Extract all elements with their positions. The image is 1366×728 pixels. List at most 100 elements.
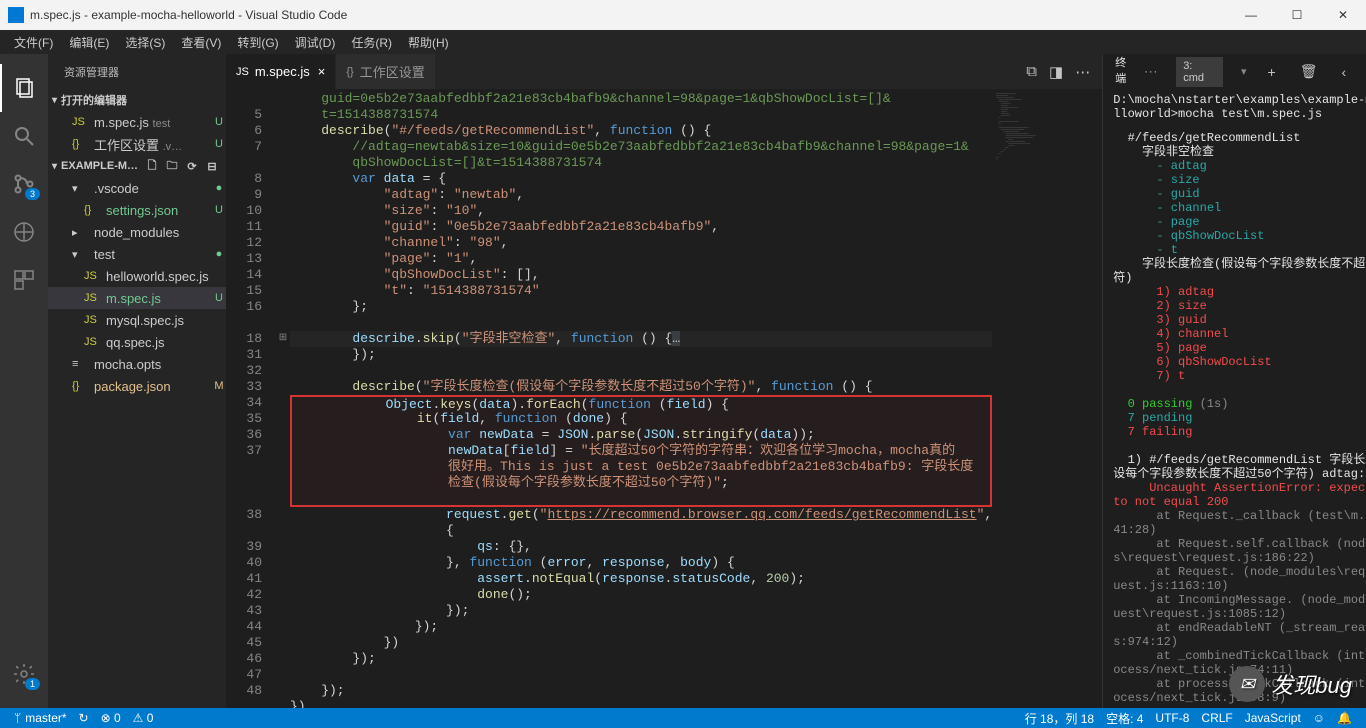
code-line[interactable]: 很好用。This is just a test 0e5b2e73aabfedbb… bbox=[290, 459, 992, 475]
terminal-tab[interactable]: 终端 bbox=[1115, 54, 1126, 90]
code-line[interactable]: t=1514388731574 bbox=[290, 107, 992, 123]
code-line[interactable]: guid=0e5b2e73aabfedbbf2a21e83cb4bafb9&ch… bbox=[290, 91, 992, 107]
file-item[interactable]: {}settings.jsonU bbox=[48, 199, 226, 221]
code-line[interactable]: }); bbox=[290, 619, 992, 635]
file-item[interactable]: {}package.jsonM bbox=[48, 375, 226, 397]
code-line[interactable]: "t": "1514388731574" bbox=[290, 283, 992, 299]
debug-icon[interactable] bbox=[0, 208, 48, 256]
menu-item[interactable]: 文件(F) bbox=[6, 31, 61, 54]
explorer-icon[interactable] bbox=[0, 64, 48, 112]
menu-item[interactable]: 编辑(E) bbox=[61, 31, 117, 54]
sb-branch[interactable]: ᛘ master* bbox=[8, 711, 73, 725]
code-line[interactable] bbox=[290, 491, 992, 507]
file-item[interactable]: JSmysql.spec.js bbox=[48, 309, 226, 331]
terminal-select[interactable]: 3: cmd bbox=[1176, 57, 1223, 87]
terminal-body[interactable]: D:\mocha\nstarter\examples\example-mocha… bbox=[1103, 89, 1366, 708]
menu-item[interactable]: 选择(S) bbox=[117, 31, 173, 54]
code-line[interactable]: }; bbox=[290, 299, 992, 315]
menu-item[interactable]: 任务(R) bbox=[343, 31, 400, 54]
code-line[interactable]: qs: {}, bbox=[290, 539, 992, 555]
code-line[interactable]: var newData = JSON.parse(JSON.stringify(… bbox=[290, 427, 992, 443]
code-line[interactable]: qbShowDocList=[]&t=1514388731574 bbox=[290, 155, 992, 171]
more-icon[interactable]: ⋯ bbox=[1075, 63, 1090, 81]
code-line[interactable]: newData[field] = "长度超过50个字符的字符串：欢迎各位学习mo… bbox=[290, 443, 992, 459]
maximize-button[interactable]: ☐ bbox=[1274, 0, 1320, 30]
code-line[interactable]: var data = { bbox=[290, 171, 992, 187]
sb-notifications[interactable]: 🔔 bbox=[1331, 711, 1358, 725]
sb-linecol[interactable]: 行 18，列 18 bbox=[1019, 710, 1100, 727]
code-line[interactable]: "adtag": "newtab", bbox=[290, 187, 992, 203]
close-button[interactable]: ✕ bbox=[1320, 0, 1366, 30]
code-line[interactable]: describe("字段长度检查(假设每个字段参数长度不超过50个字符)", f… bbox=[290, 379, 992, 395]
code-line[interactable]: "size": "10", bbox=[290, 203, 992, 219]
editor-tab[interactable]: {}工作区设置 bbox=[336, 54, 435, 89]
split-icon[interactable]: ◨ bbox=[1049, 63, 1063, 81]
code-line[interactable]: "qbShowDocList": [], bbox=[290, 267, 992, 283]
code-line[interactable]: }); bbox=[290, 603, 992, 619]
code-line[interactable]: //adtag=newtab&size=10&guid=0e5b2e73aabf… bbox=[290, 139, 992, 155]
sb-spaces[interactable]: 空格: 4 bbox=[1100, 710, 1149, 727]
open-editors-header[interactable]: ▾ 打开的编辑器 bbox=[48, 89, 226, 111]
code-line[interactable]: done(); bbox=[290, 587, 992, 603]
code-content[interactable]: guid=0e5b2e73aabfedbbf2a21e83cb4bafb9&ch… bbox=[290, 89, 992, 708]
code-line[interactable]: assert.notEqual(response.statusCode, 200… bbox=[290, 571, 992, 587]
code-line[interactable]: request.get("https://recommend.browser.q… bbox=[290, 507, 992, 523]
code-line[interactable]: }); bbox=[290, 347, 992, 363]
close-icon[interactable]: × bbox=[318, 64, 326, 79]
file-item[interactable]: JSm.spec.jsU bbox=[48, 287, 226, 309]
file-item[interactable]: JSqq.spec.js bbox=[48, 331, 226, 353]
prev-terminal-icon[interactable]: ‹ bbox=[1338, 64, 1349, 80]
minimap[interactable]: ▬▬▬▬▬▬▬▬▬▬▬▬▬▬▬▬▬▬▬▬▬▬▬▬▬▬▬▬▬▬▬▬▬▬▬▬▬▬▬▬… bbox=[992, 89, 1102, 708]
code-line[interactable]: "page": "1", bbox=[290, 251, 992, 267]
menu-item[interactable]: 查看(V) bbox=[173, 31, 229, 54]
folder-item[interactable]: ▸node_modules bbox=[48, 221, 226, 243]
file-item[interactable]: JShelloworld.spec.js bbox=[48, 265, 226, 287]
code-line[interactable] bbox=[290, 667, 992, 683]
minimize-button[interactable]: — bbox=[1228, 0, 1274, 30]
fold-icon[interactable]: ⊞ bbox=[276, 331, 290, 347]
compare-icon[interactable]: ⧉ bbox=[1026, 63, 1037, 80]
new-terminal-icon[interactable]: + bbox=[1265, 64, 1279, 80]
code-line[interactable]: describe.skip("字段非空检查", function () {… bbox=[290, 331, 992, 347]
code-line[interactable]: 检查(假设每个字段参数长度不超过50个字符)"; bbox=[290, 475, 992, 491]
code-line[interactable]: }, function (error, response, body) { bbox=[290, 555, 992, 571]
code-line[interactable]: { bbox=[290, 523, 992, 539]
editor-tab[interactable]: JSm.spec.js× bbox=[226, 54, 336, 89]
open-editor-item[interactable]: {}工作区设置 .v…U bbox=[48, 133, 226, 155]
code-line[interactable]: describe("#/feeds/getRecommendList", fun… bbox=[290, 123, 992, 139]
sb-lang[interactable]: JavaScript bbox=[1239, 711, 1307, 725]
menu-item[interactable]: 帮助(H) bbox=[400, 31, 457, 54]
menu-item[interactable]: 转到(G) bbox=[229, 31, 286, 54]
folder-item[interactable]: ▾test● bbox=[48, 243, 226, 265]
code-line[interactable]: }); bbox=[290, 683, 992, 699]
code-line[interactable]: }) bbox=[290, 635, 992, 651]
terminal-more[interactable]: ··· bbox=[1144, 66, 1158, 78]
gear-icon[interactable]: 1 bbox=[0, 650, 48, 698]
open-editor-item[interactable]: JSm.spec.js testU bbox=[48, 111, 226, 133]
kill-terminal-icon[interactable]: 🗑 bbox=[1297, 63, 1321, 80]
new-file-icon[interactable]: 🗋 bbox=[144, 158, 160, 174]
sb-warnings[interactable]: ⚠ 0 bbox=[127, 711, 160, 725]
sb-feedback[interactable]: ☺ bbox=[1307, 711, 1331, 725]
workspace-header[interactable]: ▾ EXAMPLE-MOCHA-HELLOWO… 🗋 🗀 ⟳ ⊟ bbox=[48, 155, 226, 177]
code-line[interactable]: }) bbox=[290, 699, 992, 708]
code-line[interactable]: it(field, function (done) { bbox=[290, 411, 992, 427]
search-icon[interactable] bbox=[0, 112, 48, 160]
sb-errors[interactable]: ⊗ 0 bbox=[95, 711, 127, 725]
new-folder-icon[interactable]: 🗀 bbox=[164, 158, 180, 174]
code-line[interactable] bbox=[290, 363, 992, 379]
code-line[interactable]: Object.keys(data).forEach(function (fiel… bbox=[290, 395, 992, 411]
code-line[interactable]: "channel": "98", bbox=[290, 235, 992, 251]
file-item[interactable]: ≡mocha.opts bbox=[48, 353, 226, 375]
collapse-icon[interactable]: ⊟ bbox=[204, 158, 220, 174]
sb-eol[interactable]: CRLF bbox=[1195, 711, 1238, 725]
extensions-icon[interactable] bbox=[0, 256, 48, 304]
sb-encoding[interactable]: UTF-8 bbox=[1149, 711, 1195, 725]
editor-body[interactable]: 5678910111213141516183132333435363738394… bbox=[226, 89, 1102, 708]
menu-item[interactable]: 调试(D) bbox=[287, 31, 344, 54]
sb-sync[interactable]: ↻ bbox=[73, 711, 95, 725]
refresh-icon[interactable]: ⟳ bbox=[184, 158, 200, 174]
code-line[interactable]: }); bbox=[290, 651, 992, 667]
code-line[interactable]: "guid": "0e5b2e73aabfedbbf2a21e83cb4bafb… bbox=[290, 219, 992, 235]
scm-icon[interactable]: 3 bbox=[0, 160, 48, 208]
